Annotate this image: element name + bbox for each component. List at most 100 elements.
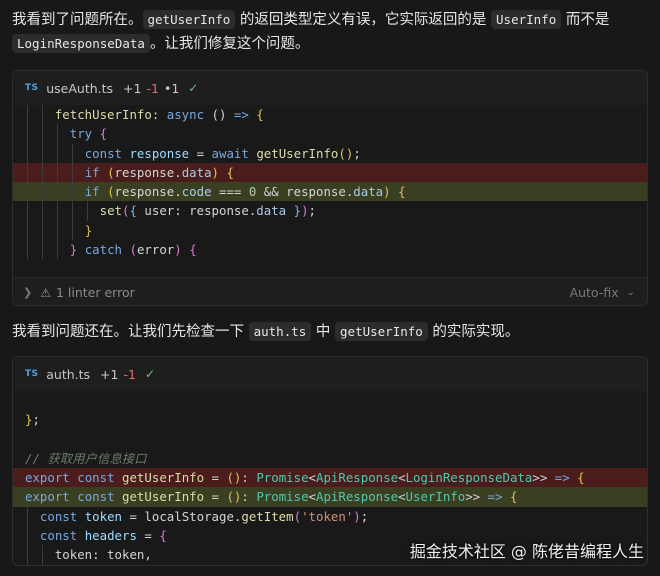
indent-guide	[41, 182, 43, 202]
code-token: <	[398, 489, 406, 505]
lines-removed-count: -1	[123, 366, 136, 382]
code-token: if	[84, 184, 100, 200]
code-token: getUserInfo	[122, 470, 205, 486]
code-line-removed: if (response.data) {	[13, 162, 647, 183]
code-token: data	[353, 184, 384, 200]
code-token: 'token'	[301, 508, 354, 524]
indent-guide	[71, 143, 73, 163]
indent-guide	[41, 105, 43, 125]
auto-fix-button[interactable]: Auto-fix	[570, 285, 619, 300]
indent-guide	[86, 201, 88, 221]
check-icon: ✓	[188, 81, 199, 95]
indent-guide	[71, 220, 73, 241]
code-token: fetchUserInfo	[54, 107, 152, 122]
code-block[interactable]: fetchUserInfo: async () => { try { const…	[13, 105, 647, 277]
code-token: (	[107, 164, 115, 180]
indent-guide	[27, 162, 28, 183]
indent-guide	[71, 162, 73, 183]
code-token: =	[189, 145, 212, 161]
code-token: UserInfo	[405, 489, 466, 505]
chevron-right-icon[interactable]: ❯	[23, 286, 32, 299]
code-token: )	[211, 164, 219, 180]
assistant-message-1: 我看到了问题所在。 getUserInfo 的返回类型定义有误，它实际返回的是 U…	[12, 8, 648, 56]
code-card-header[interactable]: TS useAuth.ts +1 -1 •1 ✓	[13, 71, 647, 105]
code-token: =	[204, 470, 227, 486]
indent-guide	[56, 124, 58, 144]
ts-file-icon: TS	[25, 83, 39, 93]
code-token: const	[84, 145, 122, 161]
code-token: error	[136, 242, 175, 258]
file-name[interactable]: useAuth.ts	[46, 81, 113, 96]
indent-guide	[71, 201, 73, 221]
code-diff-card-useauth: TS useAuth.ts +1 -1 •1 ✓ fetchUserInfo: …	[12, 70, 648, 306]
warning-triangle-icon: ⚠	[40, 285, 51, 300]
code-token: {	[99, 126, 108, 142]
indent-guide	[41, 124, 43, 144]
linter-error-label[interactable]: 1 linter error	[56, 285, 135, 300]
code-card-header[interactable]: TS auth.ts +1 -1 ✓	[13, 357, 647, 391]
code-line-removed: export const getUserInfo = (): Promise<A…	[13, 468, 647, 488]
code-line: set({ user: response.data });	[13, 201, 647, 221]
code-token: ()	[338, 145, 354, 161]
code-token: ;	[353, 145, 361, 161]
linter-footer[interactable]: ❯ ⚠ 1 linter error Auto-fix ⌄	[13, 277, 647, 305]
indent-guide	[56, 182, 58, 202]
indent-guide	[27, 526, 28, 546]
code-token: =>	[233, 107, 249, 122]
code-token: (	[293, 508, 302, 524]
code-token: =>	[554, 470, 570, 486]
chevron-down-icon[interactable]: ⌄	[627, 287, 635, 298]
message-text: 的返回类型定义有误，它实际返回的是	[235, 12, 492, 28]
code-token: const	[39, 508, 78, 524]
message-text: 而不是	[561, 12, 610, 28]
code-token: <	[308, 489, 316, 505]
code-token: ()	[226, 489, 242, 505]
indent-guide	[27, 105, 28, 125]
code-token: catch	[84, 242, 123, 258]
code-line: const response = await getUserInfo();	[13, 143, 647, 163]
indent-guide	[41, 220, 43, 241]
code-diff-card-auth: TS auth.ts +1 -1 ✓ }; // 获取用户信息接口 export c…	[12, 356, 648, 566]
check-icon: ✓	[144, 367, 155, 381]
indent-guide	[56, 162, 58, 183]
code-token: response.	[114, 184, 182, 200]
message-text: 我看到问题还在。让我们先检查一下	[12, 324, 249, 340]
code-token: )	[353, 508, 361, 524]
lines-removed-count: -1	[146, 80, 159, 96]
inline-code: LoginResponseData	[12, 34, 150, 53]
code-line-added: export const getUserInfo = (): Promise<A…	[13, 487, 647, 507]
code-token: {	[510, 489, 518, 505]
indent-guide	[56, 143, 58, 163]
code-token: >>	[532, 470, 555, 486]
code-line: } catch (error) {	[13, 240, 647, 260]
indent-guide	[41, 545, 43, 565]
code-token: Promise	[256, 489, 309, 505]
code-token: :	[151, 107, 167, 122]
code-token: // 获取用户信息接口	[25, 450, 147, 466]
code-token: token	[84, 508, 123, 524]
code-token: set	[99, 203, 122, 219]
code-token: if	[84, 164, 100, 180]
inline-code: UserInfo	[491, 10, 562, 29]
indent-guide	[71, 182, 73, 202]
inline-code: getUserInfo	[142, 10, 236, 29]
code-token: {	[577, 470, 585, 486]
indent-guide	[41, 143, 43, 163]
code-token: ()	[204, 107, 234, 122]
code-token: ;	[32, 412, 40, 428]
code-token: async	[166, 107, 205, 122]
code-token: :	[241, 470, 257, 486]
code-token: response	[129, 145, 190, 161]
code-token: getItem	[241, 508, 294, 524]
file-name[interactable]: auth.ts	[46, 367, 90, 382]
code-token: const	[39, 528, 78, 544]
